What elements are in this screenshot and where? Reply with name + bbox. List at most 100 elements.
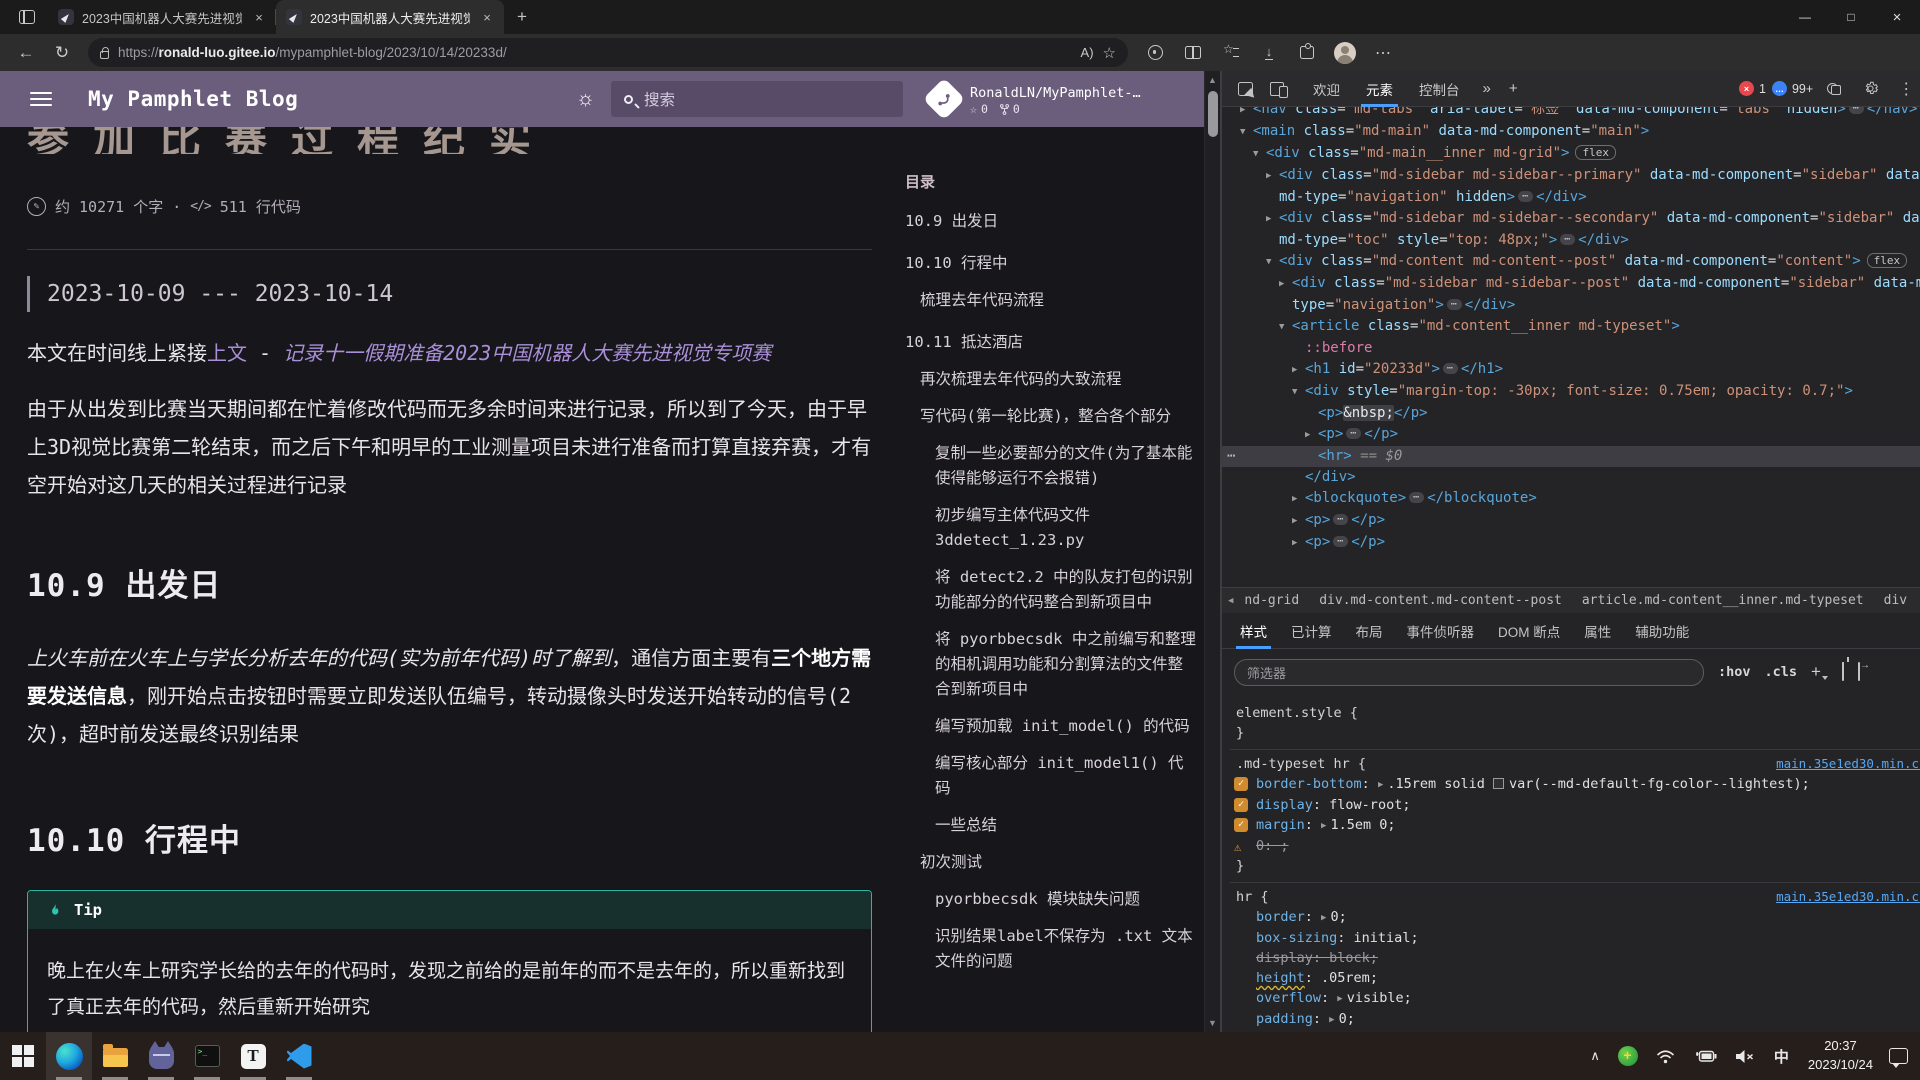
focus-mode-icon[interactable]	[1819, 75, 1849, 103]
property-name[interactable]: display	[1256, 950, 1313, 966]
settings-gear-icon[interactable]	[1855, 75, 1885, 103]
color-swatch-icon[interactable]	[1493, 778, 1504, 789]
computed-panel-icon[interactable]	[1858, 663, 1860, 681]
rule-selector[interactable]: .md-typeset hr	[1236, 756, 1350, 772]
property-name[interactable]: border	[1256, 909, 1305, 925]
stylesheet-link[interactable]: main.35e1ed30.min.css:1	[1776, 887, 1920, 907]
toc-item[interactable]: 10.11 抵达酒店	[905, 330, 1197, 355]
expand-value-icon[interactable]: ▶	[1321, 821, 1326, 831]
twisty-icon[interactable]: ▶	[1240, 107, 1253, 121]
toc-item[interactable]: 10.10 行程中	[905, 251, 1197, 276]
breadcrumb-item[interactable]: article.md-content__inner.md-typeset	[1575, 591, 1871, 610]
inline-expand-icon[interactable]: ⋯	[1560, 234, 1575, 245]
collections-button[interactable]	[1214, 38, 1248, 68]
start-button[interactable]	[0, 1032, 46, 1080]
taskbar-terminal[interactable]: >_	[184, 1032, 230, 1080]
dom-tree-row[interactable]: ▶<div class="md-sidebar md-sidebar--prim…	[1222, 165, 1920, 208]
clock[interactable]: 20:37 2023/10/24	[1798, 1037, 1883, 1075]
expand-value-icon[interactable]: ▶	[1329, 1015, 1334, 1025]
css-property[interactable]: overflow: ▶visible;	[1230, 988, 1920, 1009]
maximize-button[interactable]: □	[1828, 0, 1874, 34]
inspect-element-icon[interactable]	[1230, 75, 1260, 103]
rule-selector[interactable]: hr	[1236, 889, 1252, 905]
styles-tab-属性[interactable]: 属性	[1572, 613, 1623, 649]
taskbar-edge[interactable]	[46, 1032, 92, 1080]
refresh-button[interactable]: ↻	[46, 38, 78, 68]
dom-tree-row[interactable]: ▶<h1 id="20233d">⋯</h1>	[1222, 359, 1920, 381]
toc-item[interactable]: 复制一些必要部分的文件(为了基本能使得能够运行不会报错)	[905, 441, 1197, 491]
browser-tab[interactable]: 2023中国机器人大赛先进视觉专×	[48, 0, 276, 34]
property-name[interactable]: 0	[1256, 838, 1264, 854]
browser-tab[interactable]: 2023中国机器人大赛先进视觉专×	[276, 0, 504, 34]
favorite-star-button[interactable]: ☆	[1103, 44, 1116, 62]
scrollbar-thumb[interactable]	[1208, 91, 1218, 137]
breadcrumb-item[interactable]: nd-grid	[1237, 591, 1306, 610]
menu-icon[interactable]	[30, 92, 52, 107]
css-property[interactable]: padding: ▶0;	[1230, 1009, 1920, 1030]
dom-tree-row[interactable]: ▼<div class="md-main__inner md-grid">fle…	[1222, 143, 1920, 165]
dom-tree-row[interactable]: ▼<article class="md-content__inner md-ty…	[1222, 316, 1920, 338]
devtools-tab-控制台[interactable]: 控制台	[1406, 71, 1473, 107]
expand-value-icon[interactable]: ▶	[1378, 780, 1383, 790]
ime-indicator[interactable]: 中	[1765, 1032, 1798, 1080]
twisty-icon[interactable]: ▶	[1305, 425, 1318, 446]
css-property[interactable]: ✓margin: ▶1.5em 0;	[1230, 815, 1920, 836]
inline-expand-icon[interactable]: ⋯	[1849, 107, 1864, 114]
twisty-icon[interactable]: ▼	[1240, 122, 1253, 143]
read-aloud-button[interactable]: A)	[1081, 45, 1094, 60]
inline-expand-icon[interactable]: ⋯	[1443, 363, 1458, 374]
styles-tab-DOM 断点[interactable]: DOM 断点	[1486, 613, 1572, 649]
styles-tab-辅助功能[interactable]: 辅助功能	[1623, 613, 1701, 649]
css-property[interactable]: ✓border-bottom: ▶.15rem solid var(--md-d…	[1230, 774, 1920, 795]
flex-badge[interactable]: flex	[1575, 145, 1616, 160]
toc-item[interactable]: 一些总结	[905, 813, 1197, 838]
toc-item[interactable]: 10.9 出发日	[905, 209, 1197, 234]
dom-tree-row[interactable]: <p>&nbsp;</p>	[1222, 403, 1920, 424]
dom-tree-row[interactable]: ▶<p>⋯</p>	[1222, 532, 1920, 554]
twisty-icon[interactable]: ▼	[1266, 252, 1279, 273]
split-screen-button[interactable]	[1176, 38, 1210, 68]
crumbs-left-icon[interactable]: ◀	[1226, 596, 1235, 606]
styles-tab-样式[interactable]: 样式	[1228, 613, 1279, 649]
tab-close-icon[interactable]: ×	[250, 8, 268, 26]
toc-item[interactable]: 编写核心部分 init_model1() 代码	[905, 751, 1197, 801]
address-bar[interactable]: https://ronald-luo.gitee.io/mypamphlet-b…	[88, 38, 1128, 67]
dom-tree-row[interactable]: ▶<nav class="md-tabs" aria-label="标签" da…	[1222, 107, 1920, 121]
scroll-up-icon[interactable]: ▲	[1205, 75, 1220, 85]
prev-post-link[interactable]: 上文	[207, 341, 247, 365]
inline-expand-icon[interactable]: ⋯	[1333, 514, 1348, 525]
minimize-button[interactable]: —	[1782, 0, 1828, 34]
extensions-button[interactable]	[1290, 38, 1324, 68]
property-name[interactable]: overflow	[1256, 990, 1321, 1006]
devtools-tab-元素[interactable]: 元素	[1353, 71, 1406, 107]
dom-tree-row[interactable]: ▶<div class="md-sidebar md-sidebar--seco…	[1222, 208, 1920, 251]
tray-chevron-icon[interactable]: ∧	[1581, 1032, 1609, 1080]
twisty-icon[interactable]: ▼	[1292, 382, 1305, 403]
message-badge[interactable]: …99+	[1772, 81, 1813, 96]
theme-toggle-icon[interactable]: ☼	[576, 87, 595, 111]
twisty-icon[interactable]: ▶	[1292, 511, 1305, 532]
tray-green-app-icon[interactable]	[1609, 1032, 1647, 1080]
styles-tab-已计算[interactable]: 已计算	[1279, 613, 1344, 649]
dom-tree-row[interactable]: ▶<blockquote>⋯</blockquote>	[1222, 488, 1920, 510]
error-badge[interactable]: ×1	[1739, 81, 1766, 96]
dom-tree-row[interactable]: ⋯<hr> == $0	[1222, 446, 1920, 467]
toc-item[interactable]: 初次测试	[905, 850, 1197, 875]
tab-close-icon[interactable]: ×	[478, 8, 496, 26]
css-property[interactable]: height: .05rem;	[1230, 968, 1920, 988]
new-style-rule-button[interactable]: +	[1811, 662, 1828, 682]
css-property[interactable]: border: ▶0;	[1230, 907, 1920, 928]
breadcrumb-item[interactable]: div.md-content.md-content--post	[1312, 591, 1569, 610]
dom-tree-row[interactable]: ▼<div style="margin-top: -30px; font-siz…	[1222, 381, 1920, 403]
tab-actions-button[interactable]	[12, 6, 42, 28]
prev-post-title-link[interactable]: 记录十一假期准备2023中国机器人大赛先进视觉专项赛	[283, 341, 771, 365]
expand-value-icon[interactable]: ▶	[1337, 994, 1342, 1004]
twisty-icon[interactable]: ▶	[1292, 360, 1305, 381]
dom-tree-row[interactable]: ▶<p>⋯</p>	[1222, 424, 1920, 446]
twisty-icon[interactable]: ▶	[1266, 166, 1279, 187]
close-window-button[interactable]: ×	[1874, 0, 1920, 34]
property-name[interactable]: box-sizing	[1256, 930, 1337, 946]
dom-tree-row[interactable]: ::before	[1222, 338, 1920, 359]
taskbar-typora[interactable]: T	[230, 1032, 276, 1080]
inline-expand-icon[interactable]: ⋯	[1409, 492, 1424, 503]
